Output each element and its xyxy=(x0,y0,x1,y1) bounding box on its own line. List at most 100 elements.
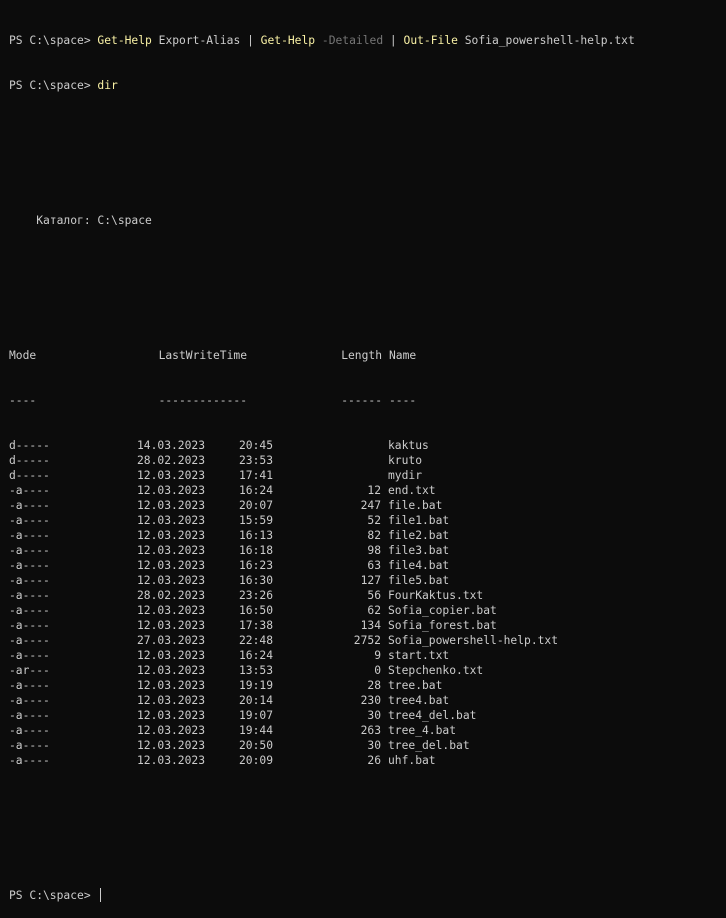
cell-time: 20:09 xyxy=(238,754,273,767)
cell-date: 12.03.2023 xyxy=(136,694,205,707)
cell-date: 12.03.2023 xyxy=(136,739,205,752)
cell-mode: d----- xyxy=(9,439,50,452)
table-row: -a---- 12.03.2023 16:13 82 file2.bat xyxy=(9,528,726,543)
table-row: -a---- 12.03.2023 19:07 30 tree4_del.bat xyxy=(9,708,726,723)
prompt: PS C:\space> xyxy=(9,889,98,902)
header-lastwritetime: LastWriteTime xyxy=(158,349,247,362)
table-row: d----- 14.03.2023 20:45 kaktus xyxy=(9,438,726,453)
table-row: -a---- 12.03.2023 16:23 63 file4.bat xyxy=(9,558,726,573)
cell-date: 12.03.2023 xyxy=(136,709,205,722)
cell-date: 12.03.2023 xyxy=(136,754,205,767)
cell-time: 13:53 xyxy=(238,664,273,677)
cell-mode: -a---- xyxy=(9,739,50,752)
cell-length: 26 xyxy=(367,754,381,767)
cell-mode: -a---- xyxy=(9,724,50,737)
cell-name: tree.bat xyxy=(388,679,443,692)
cell-name: kaktus xyxy=(388,439,429,452)
cell-date: 12.03.2023 xyxy=(136,604,205,617)
cell-mode: -a---- xyxy=(9,544,50,557)
cell-date: 12.03.2023 xyxy=(136,649,205,662)
cell-name: FourKaktus.txt xyxy=(388,589,484,602)
cell-date: 12.03.2023 xyxy=(136,529,205,542)
cell-name: tree4.bat xyxy=(388,694,450,707)
cell-time: 16:50 xyxy=(238,604,273,617)
cell-name: mydir xyxy=(388,469,423,482)
active-prompt-line[interactable]: PS C:\space> xyxy=(9,888,726,903)
cell-date: 12.03.2023 xyxy=(136,574,205,587)
table-header-underline: ---- ------------- ------ ---- xyxy=(9,393,726,408)
cell-name: Stepchenko.txt xyxy=(388,664,484,677)
cell-length: 134 xyxy=(360,619,381,632)
cell-length: 98 xyxy=(367,544,381,557)
cell-name: Sofia_copier.bat xyxy=(388,604,497,617)
table-row: -a---- 12.03.2023 20:07 247 file.bat xyxy=(9,498,726,513)
cell-date: 12.03.2023 xyxy=(136,664,205,677)
cell-time: 19:19 xyxy=(238,679,273,692)
cell-mode: -ar--- xyxy=(9,664,50,677)
cell-name: file3.bat xyxy=(388,544,450,557)
cell-length: 63 xyxy=(367,559,381,572)
cell-time: 20:50 xyxy=(238,739,273,752)
cell-name: tree4_del.bat xyxy=(388,709,477,722)
cell-mode: -a---- xyxy=(9,604,50,617)
table-row: -a---- 12.03.2023 16:30 127 file5.bat xyxy=(9,573,726,588)
cell-mode: -a---- xyxy=(9,529,50,542)
cell-time: 19:44 xyxy=(238,724,273,737)
directory-listing: d----- 14.03.2023 20:45 kaktus d----- 28.02.2… xyxy=(9,438,726,768)
command-line-1: PS C:\space> Get-Help Export-Alias | Get… xyxy=(9,33,726,48)
cell-name: tree_4.bat xyxy=(388,724,457,737)
cell-time: 17:38 xyxy=(238,619,273,632)
table-row: -a---- 12.03.2023 17:38 134 Sofia_forest.bat xyxy=(9,618,726,633)
cell-name: Sofia_forest.bat xyxy=(388,619,497,632)
cell-time: 23:53 xyxy=(238,454,273,467)
command-line-2: PS C:\space> dir xyxy=(9,78,726,93)
cell-mode: -a---- xyxy=(9,754,50,767)
cell-time: 20:45 xyxy=(238,439,273,452)
cell-mode: -a---- xyxy=(9,574,50,587)
directory-label: Каталог: C:\space xyxy=(9,214,152,227)
cell-mode: -a---- xyxy=(9,649,50,662)
cell-mode: -a---- xyxy=(9,589,50,602)
cmdlet-out-file: Out-File xyxy=(403,34,458,47)
cell-name: file2.bat xyxy=(388,529,450,542)
cell-time: 16:24 xyxy=(238,484,273,497)
cell-mode: -a---- xyxy=(9,634,50,647)
cell-length: 56 xyxy=(367,589,381,602)
cell-date: 12.03.2023 xyxy=(136,469,205,482)
table-row: -a---- 12.03.2023 16:24 12 end.txt xyxy=(9,483,726,498)
cell-time: 16:23 xyxy=(238,559,273,572)
cell-name: start.txt xyxy=(388,649,450,662)
cell-date: 12.03.2023 xyxy=(136,499,205,512)
header-name: Name xyxy=(389,349,417,362)
cell-name: tree_del.bat xyxy=(388,739,470,752)
terminal-window[interactable]: PS C:\space> Get-Help Export-Alias | Get… xyxy=(0,0,726,902)
cell-length: 30 xyxy=(367,739,381,752)
cell-length: 263 xyxy=(360,724,381,737)
cell-name: file4.bat xyxy=(388,559,450,572)
cmdlet-dir: dir xyxy=(97,79,118,92)
cell-date: 12.03.2023 xyxy=(136,559,205,572)
cell-date: 14.03.2023 xyxy=(136,439,205,452)
underline-mode: ---- xyxy=(9,394,37,407)
table-row: -a---- 12.03.2023 19:44 263 tree_4.bat xyxy=(9,723,726,738)
cell-time: 16:13 xyxy=(238,529,273,542)
cell-name: end.txt xyxy=(388,484,436,497)
cell-mode: -a---- xyxy=(9,484,50,497)
table-header: Mode LastWriteTime Length Name xyxy=(9,348,726,363)
cell-time: 22:48 xyxy=(238,634,273,647)
parameter-detailed: -Detailed xyxy=(321,34,384,47)
cell-time: 20:14 xyxy=(238,694,273,707)
cell-mode: -a---- xyxy=(9,619,50,632)
cell-mode: -a---- xyxy=(9,499,50,512)
header-length: Length xyxy=(341,349,382,362)
cell-mode: -a---- xyxy=(9,559,50,572)
prompt: PS C:\space> xyxy=(9,79,98,92)
cell-name: file.bat xyxy=(388,499,443,512)
cell-time: 16:24 xyxy=(238,649,273,662)
table-row: -a---- 12.03.2023 20:14 230 tree4.bat xyxy=(9,693,726,708)
cell-length: 62 xyxy=(367,604,381,617)
cell-time: 16:18 xyxy=(238,544,273,557)
argument-filename: Sofia_powershell-help.txt xyxy=(457,34,635,47)
argument-export-alias: Export-Alias xyxy=(151,34,248,47)
cell-date: 12.03.2023 xyxy=(136,484,205,497)
